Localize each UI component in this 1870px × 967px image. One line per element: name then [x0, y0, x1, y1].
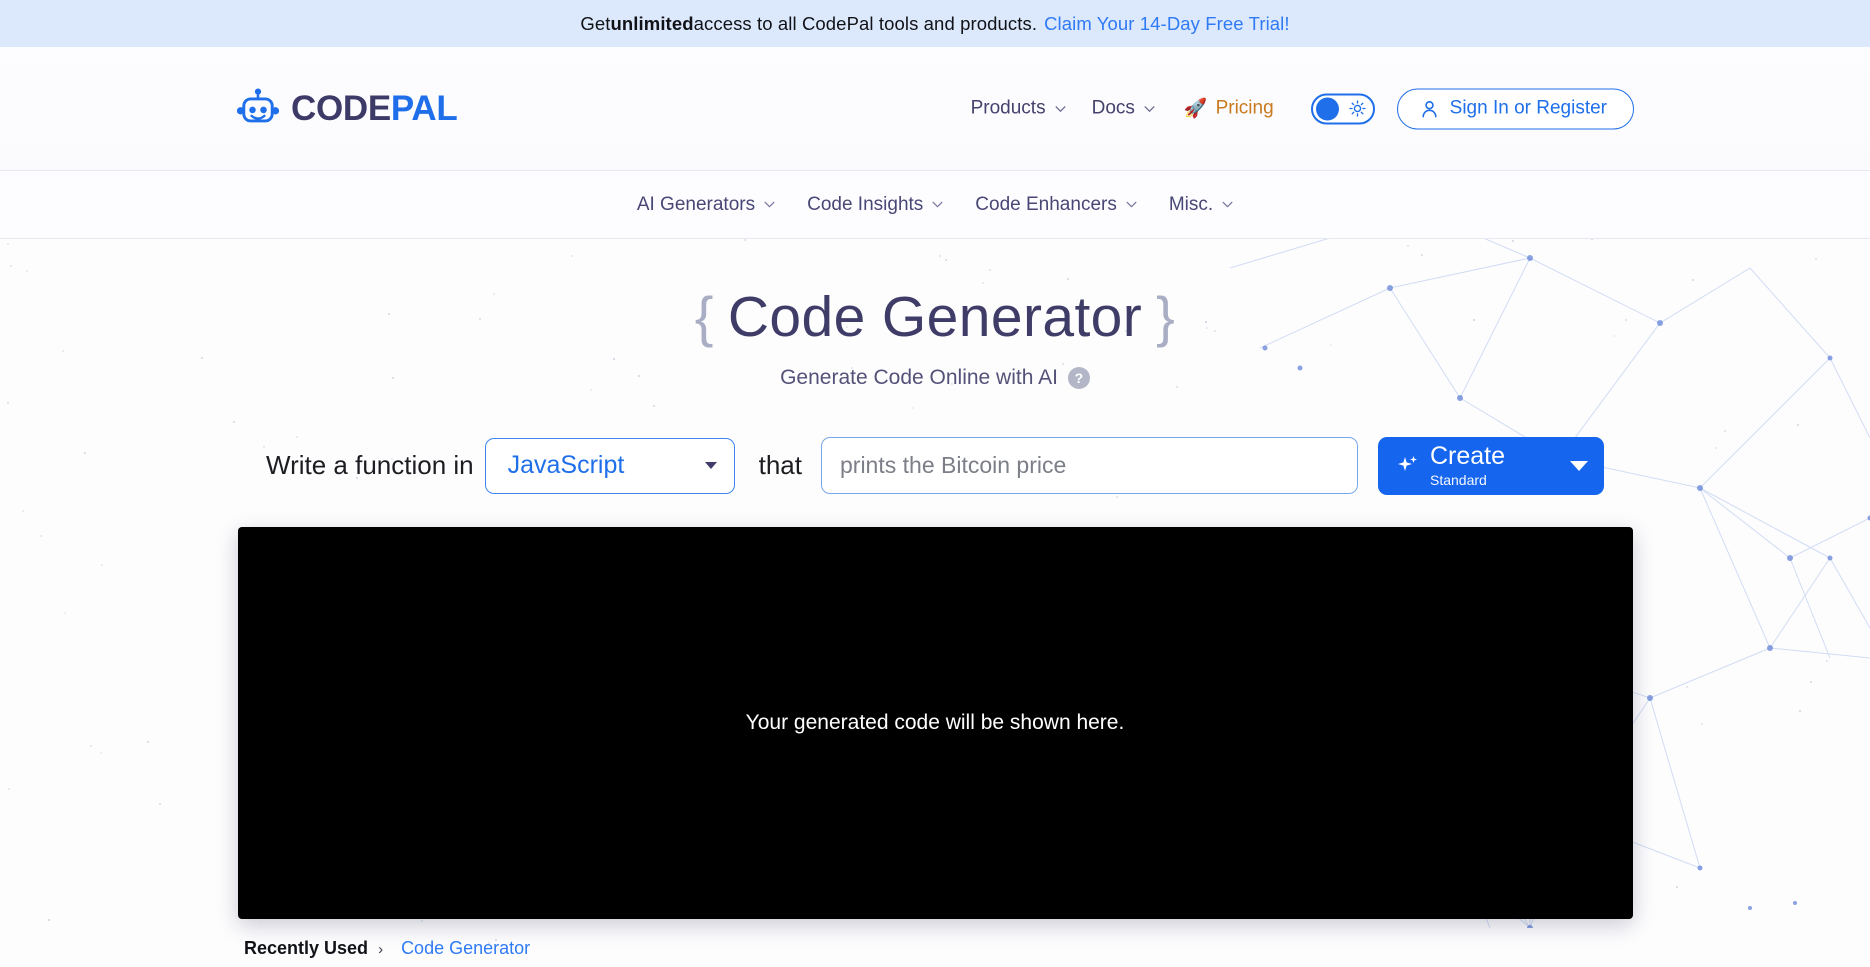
code-output-panel[interactable]: Your generated code will be shown here. — [237, 526, 1633, 919]
robot-icon — [236, 87, 280, 122]
page-title-text: Code Generator — [727, 285, 1143, 349]
create-button[interactable]: Create Standard — [1378, 436, 1604, 495]
language-select-value: JavaScript — [507, 451, 625, 480]
recently-used-label: Recently Used — [244, 938, 369, 958]
sign-in-label: Sign In or Register — [1449, 97, 1607, 119]
subnav-item-misc-label: Misc. — [1168, 193, 1214, 215]
subnav-item-misc[interactable]: Misc. — [1153, 188, 1249, 222]
chevron-down-icon — [704, 462, 717, 470]
help-icon[interactable]: ? — [1067, 366, 1090, 389]
recently-used-item-code-generator[interactable]: Code Generator — [401, 938, 530, 959]
nav-item-docs-label: Docs — [1091, 97, 1135, 119]
theme-toggle-knob — [1315, 97, 1339, 120]
subnav-item-code-enhancers-label: Code Enhancers — [975, 193, 1117, 215]
promo-banner: Get unlimited access to all CodePal tool… — [0, 0, 1870, 47]
secondary-navigation: AI Generators Code Insights Code Enhance… — [0, 171, 1870, 239]
chevron-down-icon — [1222, 201, 1233, 208]
promo-text-bold: unlimited — [610, 12, 694, 34]
brace-open: { — [694, 285, 714, 348]
promo-text-before: Get — [580, 12, 611, 34]
sign-in-button[interactable]: Sign In or Register — [1396, 88, 1634, 129]
nav-item-pricing-label: Pricing — [1215, 97, 1274, 119]
nav-item-docs[interactable]: Docs — [1079, 92, 1168, 126]
logo-text-code: CODE — [291, 89, 391, 128]
sun-icon — [1348, 100, 1366, 117]
logo[interactable]: CODEPAL — [236, 87, 458, 131]
nav-item-products[interactable]: Products — [958, 92, 1079, 126]
create-button-labels: Create Standard — [1430, 442, 1560, 489]
chevron-down-icon — [1126, 201, 1137, 208]
chevron-down-icon — [932, 201, 943, 208]
chevron-down-icon — [1144, 105, 1155, 112]
prompt-input[interactable] — [821, 437, 1358, 495]
form-label-middle: that — [758, 450, 802, 481]
chevron-down-icon — [1055, 105, 1066, 112]
promo-cta-link[interactable]: Claim Your 14-Day Free Trial! — [1044, 13, 1290, 35]
page-title: {Code Generator} — [0, 285, 1870, 350]
rocket-icon: 🚀 — [1183, 98, 1208, 119]
main-navigation: Products Docs 🚀 Pricing Sign In or Regis… — [958, 88, 1634, 129]
logo-text-pal: PAL — [390, 89, 458, 128]
subnav-item-ai-generators[interactable]: AI Generators — [621, 188, 791, 222]
code-output-placeholder: Your generated code will be shown here. — [745, 710, 1125, 734]
create-button-label: Create — [1430, 442, 1506, 471]
chevron-right-icon: › — [378, 941, 384, 958]
site-header: CODEPAL Products Docs 🚀 Pricing Sign In … — [0, 47, 1870, 171]
nav-item-products-label: Products — [970, 97, 1046, 119]
chevron-down-icon — [764, 201, 775, 208]
form-label-prefix: Write a function in — [266, 450, 474, 481]
subnav-item-ai-generators-label: AI Generators — [636, 193, 756, 215]
theme-toggle[interactable] — [1310, 93, 1375, 124]
generator-form: Write a function in JavaScript that Crea… — [0, 436, 1870, 495]
subnav-item-code-insights-label: Code Insights — [807, 193, 924, 215]
page-root: Get unlimited access to all CodePal tool… — [0, 0, 1870, 967]
subnav-item-code-insights[interactable]: Code Insights — [791, 188, 959, 222]
hero-section: {Code Generator} Generate Code Online wi… — [0, 239, 1870, 390]
create-button-sublabel: Standard — [1430, 472, 1487, 489]
sparkle-icon — [1398, 455, 1417, 471]
language-select[interactable]: JavaScript — [484, 437, 735, 494]
nav-item-pricing[interactable]: 🚀 Pricing — [1168, 92, 1287, 126]
user-icon — [1422, 100, 1437, 117]
logo-text: CODEPAL — [291, 89, 458, 128]
recently-used: Recently Used › Code Generator — [244, 938, 530, 959]
page-subtitle-text: Generate Code Online with AI — [780, 365, 1058, 389]
caret-down-icon[interactable] — [1570, 460, 1588, 471]
page-subtitle: Generate Code Online with AI ? — [0, 366, 1870, 390]
promo-text-after: access to all CodePal tools and products… — [693, 12, 1038, 34]
brace-close: } — [1156, 285, 1176, 348]
subnav-item-code-enhancers[interactable]: Code Enhancers — [959, 188, 1153, 222]
